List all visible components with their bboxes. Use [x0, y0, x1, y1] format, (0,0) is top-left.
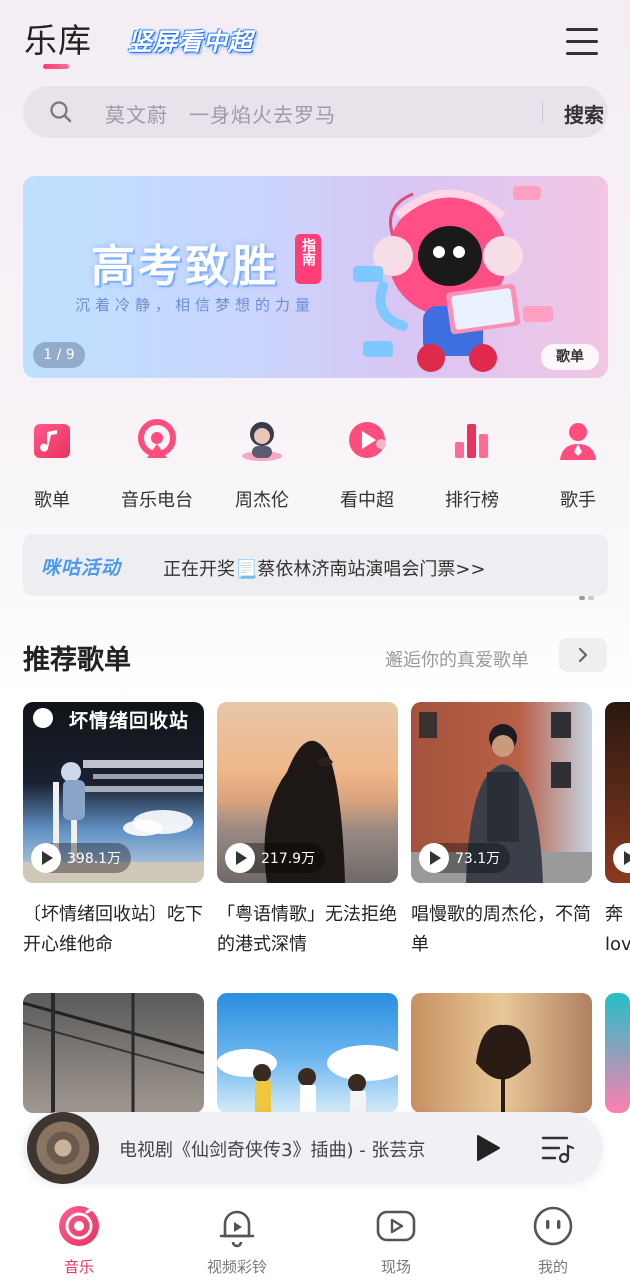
tab-label: 视频彩铃 [206, 1258, 267, 1276]
playlist-title[interactable]: 〔坏情绪回收站〕吃下开心维他命 [23, 900, 204, 960]
radio-icon [133, 416, 181, 464]
search-button[interactable]: 搜索 [564, 99, 604, 128]
cover-art [23, 993, 204, 1113]
tab-label: 现场 [380, 1258, 411, 1276]
bottom-tab-bar: 音乐 视频彩铃 现场 我的 [0, 1190, 630, 1280]
tab-label: 我的 [537, 1258, 568, 1276]
singer-icon [554, 416, 602, 464]
playlist-cover[interactable] [605, 993, 630, 1113]
playlist-icon [28, 416, 76, 464]
notice-pager-dots [579, 585, 597, 604]
playlist-cover[interactable] [411, 993, 592, 1113]
quick-entry-charts[interactable]: 排行榜 [427, 410, 517, 512]
search-bar[interactable]: 莫文蔚 一身焰火去罗马 搜索 [23, 86, 608, 138]
promo-banner-link[interactable]: 竖屏看中超 [128, 22, 253, 57]
play-count-chip[interactable]: 73.1万 [419, 843, 511, 873]
quick-entry-label: 排行榜 [445, 490, 499, 511]
notice-brand-logo: 咪咕活动 [41, 557, 122, 579]
quick-entry-label: 歌手 [560, 490, 596, 511]
play-count-chip[interactable]: 217.9万 [225, 843, 326, 873]
section-more-button[interactable] [559, 638, 607, 672]
artist-avatar-icon [238, 416, 286, 464]
search-icon [50, 101, 72, 123]
tab-music[interactable]: 音乐 [24, 1190, 134, 1277]
play-icon [225, 843, 255, 873]
notice-text[interactable]: 正在开奖📃蔡依林济南站演唱会门票>> [163, 555, 486, 581]
quick-entry-label: 歌单 [34, 490, 70, 511]
menu-button[interactable] [566, 26, 600, 56]
playlist-cover[interactable] [605, 702, 630, 883]
tab-video-ringtone[interactable]: 视频彩铃 [182, 1190, 292, 1277]
cover-art [217, 1045, 398, 1113]
pager-dot [579, 596, 585, 600]
cover-art [476, 1024, 531, 1113]
playlist-cover[interactable]: 坏情绪回收站 398.1万 [23, 702, 204, 883]
quick-entry-label: 周杰伦 [235, 490, 289, 511]
banner-title: 高考致胜 [91, 241, 279, 292]
play-count: 73.1万 [455, 851, 501, 867]
live-play-icon [374, 1204, 418, 1248]
quick-entry-singers[interactable]: 歌手 [533, 410, 623, 512]
hero-banner[interactable]: 高考致胜 指南 沉着冷静，相信梦想的力量 1 / 9 歌单 [23, 176, 608, 378]
menu-line [566, 28, 598, 31]
play-icon [419, 843, 449, 873]
chart-bars-icon [448, 416, 496, 464]
play-icon [613, 843, 630, 873]
cover-title-text: 坏情绪回收站 [69, 710, 190, 732]
search-input[interactable]: 莫文蔚 一身焰火去罗马 [105, 99, 336, 128]
section-title: 推荐歌单 [23, 645, 131, 676]
mini-player[interactable]: 电视剧《仙剑奇侠传3》插曲) - 张芸京 [23, 1112, 603, 1184]
play-icon[interactable] [475, 1134, 501, 1162]
quick-entry-playlist[interactable]: 歌单 [7, 410, 97, 512]
playlist-title[interactable]: 唱慢歌的周杰伦，不简单 [411, 900, 592, 960]
quick-entry-radio[interactable]: 音乐电台 [112, 410, 202, 512]
activity-notice[interactable]: 咪咕活动 正在开奖📃蔡依林济南站演唱会门票>> [23, 534, 608, 600]
play-count-chip[interactable] [613, 843, 630, 873]
play-icon [31, 843, 61, 873]
menu-line [566, 52, 598, 55]
chevron-right-icon [578, 647, 588, 663]
now-playing-title[interactable]: 电视剧《仙剑奇侠传3》插曲) - 张芸京 [119, 1136, 449, 1162]
video-ringtone-icon [215, 1204, 259, 1248]
menu-line [566, 40, 598, 43]
tab-label: 音乐 [63, 1258, 94, 1276]
play-count: 398.1万 [67, 851, 122, 867]
section-subtitle[interactable]: 邂逅你的真爱歌单 [385, 646, 529, 672]
play-count-chip[interactable]: 398.1万 [31, 843, 132, 873]
tab-live[interactable]: 现场 [341, 1190, 451, 1277]
playlist-cover[interactable] [23, 993, 204, 1113]
banner-badge: 指南 [295, 234, 321, 284]
quick-entry-label: 看中超 [340, 490, 394, 511]
quick-entry-row: 歌单 音乐电台 周杰伦 看中超 排行榜 歌手 [0, 410, 630, 512]
profile-face-icon [531, 1204, 575, 1248]
quick-entry-label: 音乐电台 [121, 490, 193, 511]
banner-type-tag: 歌单 [541, 344, 599, 370]
banner-page-counter: 1 / 9 [33, 342, 85, 368]
album-art[interactable] [27, 1112, 99, 1184]
playlist-cover[interactable]: 217.9万 [217, 702, 398, 883]
pager-dot [588, 596, 594, 600]
active-tab-indicator [43, 64, 69, 69]
banner-badge-text: 指南 [300, 238, 316, 266]
video-play-icon [343, 416, 391, 464]
play-count: 217.9万 [261, 851, 316, 867]
tab-mine[interactable]: 我的 [498, 1190, 608, 1277]
playlist-queue-icon[interactable] [541, 1134, 575, 1164]
playlist-card[interactable]: 奔 lov [605, 702, 630, 972]
banner-subtitle: 沉着冷静，相信梦想的力量 [75, 296, 316, 314]
playlist-title[interactable]: 「粤语情歌」无法拒绝的港式深情 [217, 900, 398, 960]
quick-entry-artist[interactable]: 周杰伦 [217, 410, 307, 512]
quick-entry-video[interactable]: 看中超 [322, 410, 412, 512]
playlist-cover[interactable] [217, 993, 398, 1113]
playlist-title[interactable]: 奔 lov [605, 900, 630, 960]
music-disc-icon [57, 1204, 101, 1248]
header: 乐库 竖屏看中超 [0, 0, 630, 80]
playlist-cover[interactable]: 73.1万 [411, 702, 592, 883]
search-divider [542, 102, 543, 122]
page-title[interactable]: 乐库 [24, 14, 92, 62]
